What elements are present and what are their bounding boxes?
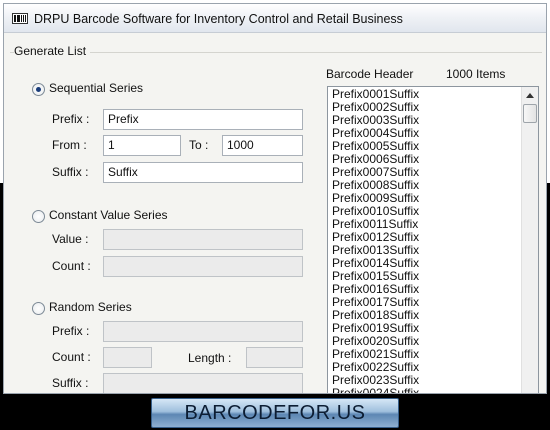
scroll-up-arrow-icon[interactable] — [526, 93, 534, 98]
value-input[interactable] — [103, 229, 303, 250]
window-title: DRPU Barcode Software for Inventory Cont… — [34, 12, 403, 26]
app-window: DRPU Barcode Software for Inventory Cont… — [3, 3, 547, 394]
suffix-label: Suffix : — [52, 165, 89, 179]
random-suffix-label: Suffix : — [52, 376, 89, 390]
to-label: To : — [189, 138, 209, 152]
title-bar: DRPU Barcode Software for Inventory Cont… — [4, 4, 546, 33]
random-prefix-input[interactable] — [103, 321, 303, 342]
suffix-input[interactable]: Suffix — [103, 162, 303, 183]
random-length-input[interactable] — [246, 347, 303, 368]
count-label: Count : — [52, 259, 91, 273]
scroll-thumb[interactable] — [523, 104, 537, 123]
barcode-list: Prefix0001Suffix Prefix0002Suffix Prefix00… — [332, 88, 419, 394]
prefix-input[interactable]: Prefix — [103, 109, 303, 130]
list-item[interactable]: Prefix0024Suffix — [332, 387, 419, 394]
random-series-label[interactable]: Random Series — [49, 300, 132, 314]
barcode-app-icon — [12, 13, 28, 24]
random-count-label: Count : — [52, 350, 91, 364]
barcode-listbox[interactable]: Prefix0001Suffix Prefix0002Suffix Prefix00… — [327, 86, 539, 394]
random-prefix-label: Prefix : — [52, 324, 90, 338]
item-count-label: 1000 Items — [446, 67, 506, 81]
random-count-input[interactable] — [103, 347, 152, 368]
to-input[interactable]: 1000 — [222, 135, 303, 156]
constant-value-series-radio[interactable] — [32, 210, 45, 223]
from-input[interactable]: 1 — [103, 135, 181, 156]
from-label: From : — [52, 138, 87, 152]
barcode-header-label: Barcode Header — [326, 67, 414, 81]
random-suffix-input[interactable] — [103, 373, 303, 393]
group-label: Generate List — [14, 44, 91, 58]
sequential-series-label[interactable]: Sequential Series — [49, 81, 143, 95]
sequential-series-radio[interactable] — [32, 83, 45, 96]
vertical-scrollbar[interactable] — [521, 87, 538, 393]
random-series-radio[interactable] — [32, 302, 45, 315]
count-input[interactable] — [103, 256, 303, 277]
constant-value-series-label[interactable]: Constant Value Series — [49, 208, 168, 222]
prefix-label: Prefix : — [52, 112, 90, 126]
banner-text: BARCODEFOR.US — [184, 402, 366, 424]
value-label: Value : — [52, 232, 89, 246]
website-banner: BARCODEFOR.US — [151, 398, 399, 428]
random-length-label: Length : — [188, 351, 232, 365]
